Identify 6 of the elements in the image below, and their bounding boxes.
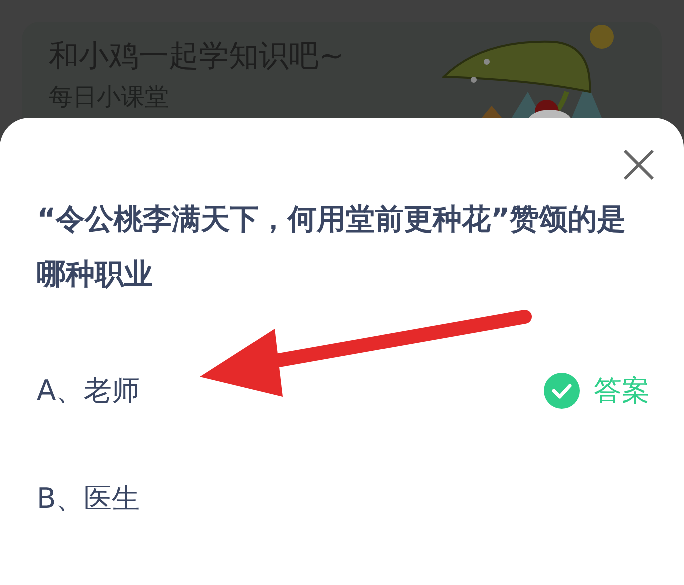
answer-option[interactable]: A、老师 xyxy=(37,372,140,410)
close-button[interactable] xyxy=(622,148,656,182)
answer-option[interactable]: B、医生 xyxy=(37,480,140,518)
answer-tag: 答案 xyxy=(594,372,650,410)
question-text: “令公桃李满天下，何用堂前更种花”赞颂的是哪种职业 xyxy=(37,201,628,293)
close-icon xyxy=(622,148,656,182)
